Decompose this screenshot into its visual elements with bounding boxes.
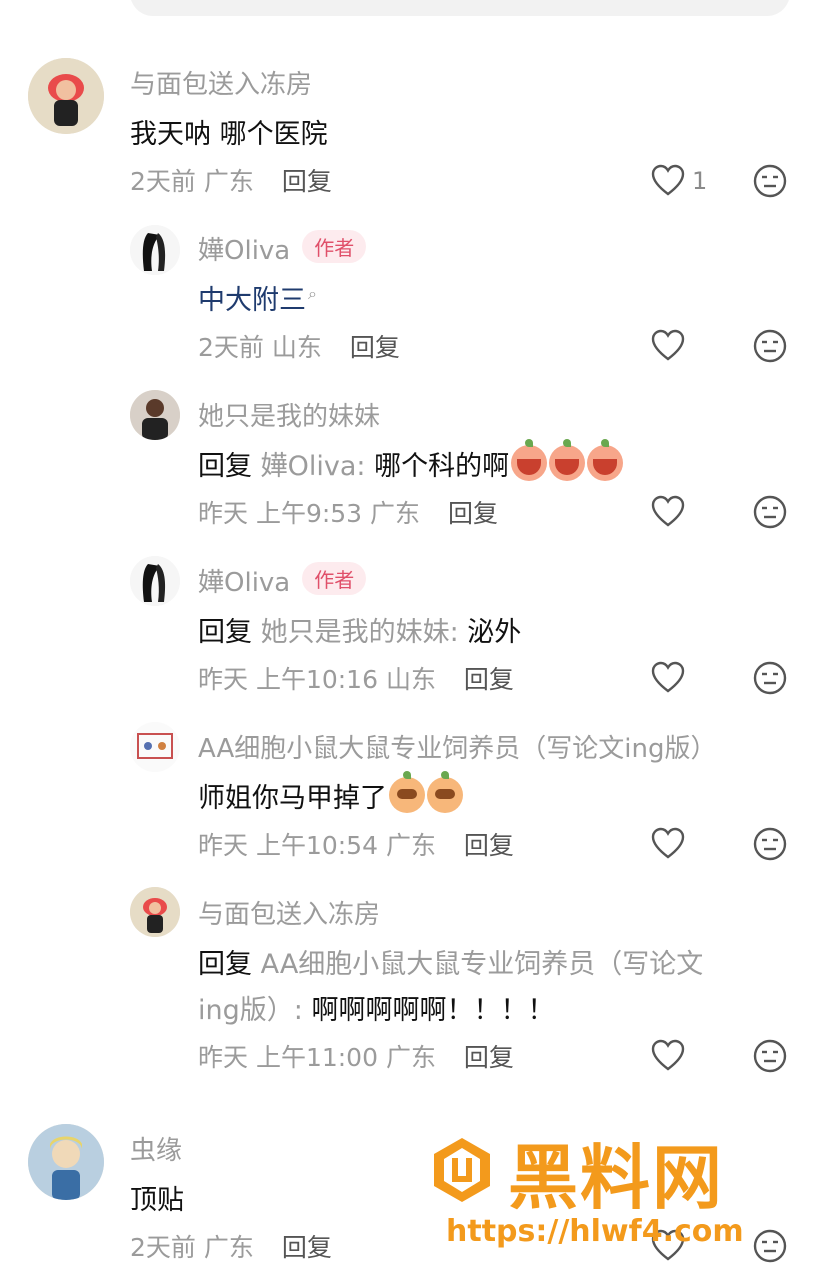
comment-meta: 2天前 广东 回复 bbox=[130, 1228, 332, 1264]
reply-button[interactable]: 回复 bbox=[448, 499, 498, 528]
reply-button[interactable]: 回复 bbox=[350, 333, 400, 362]
username[interactable]: 嬅Oliva 作者 bbox=[198, 230, 367, 267]
search-link-text[interactable]: 中大附三 bbox=[198, 285, 306, 316]
username[interactable]: 嬅Oliva 作者 bbox=[198, 562, 367, 599]
heart-outline-icon[interactable] bbox=[650, 494, 686, 530]
author-badge: 作者 bbox=[302, 230, 367, 263]
comment-text: 回复 嬅Oliva: 哪个科的啊 bbox=[198, 439, 624, 483]
comment-text-line-2: ing版）: 啊啊啊啊啊！！！！ bbox=[198, 988, 554, 1027]
avatar[interactable] bbox=[130, 225, 180, 275]
comment-time: 2天前 bbox=[130, 167, 196, 196]
comment-text: 顶贴 bbox=[130, 1185, 184, 1216]
comment-text: 我天呐 哪个医院 bbox=[130, 119, 328, 150]
comment-location: 广东 bbox=[385, 1043, 436, 1072]
comment-meta: 2天前 广东 回复 bbox=[130, 162, 332, 198]
comment-meta: 2天前 山东 回复 bbox=[198, 328, 400, 364]
heart-outline-icon[interactable] bbox=[650, 328, 686, 364]
crying-emoji-icon bbox=[587, 439, 624, 481]
meh-face-icon[interactable] bbox=[752, 163, 788, 199]
peach-emoji-icon bbox=[427, 771, 463, 813]
comment-time: 昨天 上午11:00 bbox=[198, 1043, 378, 1072]
reply-target[interactable]: 嬅Oliva: bbox=[261, 451, 366, 482]
reply-prefix: 回复 bbox=[198, 451, 252, 482]
username[interactable]: 与面包送入冻房 bbox=[130, 64, 312, 101]
heart-outline-icon[interactable] bbox=[650, 826, 686, 862]
watermark-logo-icon bbox=[434, 1138, 490, 1202]
author-badge: 作者 bbox=[302, 562, 367, 595]
reply-button[interactable]: 回复 bbox=[464, 1043, 514, 1072]
comment-time: 2天前 bbox=[198, 333, 264, 362]
reply-button[interactable]: 回复 bbox=[464, 831, 514, 860]
comment-location: 广东 bbox=[203, 167, 254, 196]
comment-location: 山东 bbox=[271, 333, 322, 362]
heart-outline-icon[interactable] bbox=[650, 660, 686, 696]
comment-meta: 昨天 上午10:16 山东 回复 bbox=[198, 660, 514, 696]
watermark-url: https://hlwf4.com bbox=[446, 1214, 744, 1249]
comment-meta: 昨天 上午10:54 广东 回复 bbox=[198, 826, 514, 862]
username[interactable]: 她只是我的妹妹 bbox=[198, 396, 380, 433]
comment-body: 啊啊啊啊啊！！！！ bbox=[311, 995, 555, 1026]
comment-body: 哪个科的啊 bbox=[374, 451, 510, 482]
reply-button[interactable]: 回复 bbox=[464, 665, 514, 694]
reply-target[interactable]: AA细胞小鼠大鼠专业饲养员（写论文 bbox=[261, 949, 704, 980]
reply-prefix: 回复 bbox=[198, 949, 252, 980]
comment-time: 昨天 上午9:53 bbox=[198, 499, 363, 528]
comment-body: 师姐你马甲掉了 bbox=[198, 783, 387, 814]
search-icon: ⌕ bbox=[308, 284, 317, 303]
avatar[interactable] bbox=[28, 1124, 104, 1200]
reply-target[interactable]: 她只是我的妹妹: bbox=[261, 617, 459, 648]
username-text: 嬅Oliva bbox=[198, 568, 291, 598]
meh-face-icon[interactable] bbox=[752, 1038, 788, 1074]
crying-emoji-icon bbox=[549, 439, 586, 481]
comment-time: 昨天 上午10:54 bbox=[198, 831, 378, 860]
comment-time: 昨天 上午10:16 bbox=[198, 665, 378, 694]
watermark: 黑料网 https://hlwf4.com bbox=[428, 1128, 788, 1260]
reply-button[interactable]: 回复 bbox=[282, 1233, 332, 1262]
peach-emoji-icon bbox=[389, 771, 425, 813]
comment-time: 2天前 bbox=[130, 1233, 196, 1262]
comment-text: 师姐你马甲掉了 bbox=[198, 771, 463, 815]
avatar[interactable] bbox=[130, 722, 180, 772]
avatar[interactable] bbox=[130, 390, 180, 440]
reply-button[interactable]: 回复 bbox=[282, 167, 332, 196]
avatar[interactable] bbox=[130, 556, 180, 606]
username[interactable]: 与面包送入冻房 bbox=[198, 894, 380, 931]
meh-face-icon[interactable] bbox=[752, 328, 788, 364]
username-text: 嬅Oliva bbox=[198, 236, 291, 266]
like-count: 1 bbox=[692, 167, 708, 195]
reply-prefix: 回复 bbox=[198, 617, 252, 648]
previous-comment-input-bar bbox=[130, 0, 790, 16]
username[interactable]: AA细胞小鼠大鼠专业饲养员（写论文ing版） bbox=[198, 728, 717, 765]
heart-outline-icon[interactable] bbox=[650, 163, 686, 199]
comment-location: 山东 bbox=[385, 665, 436, 694]
comment-location: 广东 bbox=[203, 1233, 254, 1262]
comment-location: 广东 bbox=[370, 499, 421, 528]
comment-text[interactable]: 中大附三 ⌕ bbox=[198, 278, 317, 317]
heart-outline-icon[interactable] bbox=[650, 1038, 686, 1074]
avatar[interactable] bbox=[28, 58, 104, 134]
meh-face-icon[interactable] bbox=[752, 660, 788, 696]
reply-target-continued[interactable]: ing版）: bbox=[198, 995, 303, 1026]
comment-body: 泌外 bbox=[467, 617, 522, 648]
meh-face-icon[interactable] bbox=[752, 826, 788, 862]
comment-text: 回复 她只是我的妹妹: 泌外 bbox=[198, 610, 521, 649]
crying-emoji-icon bbox=[511, 439, 548, 481]
comment-meta: 昨天 上午11:00 广东 回复 bbox=[198, 1038, 514, 1074]
comment-location: 广东 bbox=[385, 831, 436, 860]
avatar[interactable] bbox=[130, 887, 180, 937]
comment-meta: 昨天 上午9:53 广东 回复 bbox=[198, 494, 498, 530]
comment-text-line-1: 回复 AA细胞小鼠大鼠专业饲养员（写论文 bbox=[198, 942, 703, 981]
username[interactable]: 虫缘 bbox=[130, 1130, 182, 1167]
watermark-title: 黑料网 bbox=[508, 1137, 724, 1219]
meh-face-icon[interactable] bbox=[752, 494, 788, 530]
